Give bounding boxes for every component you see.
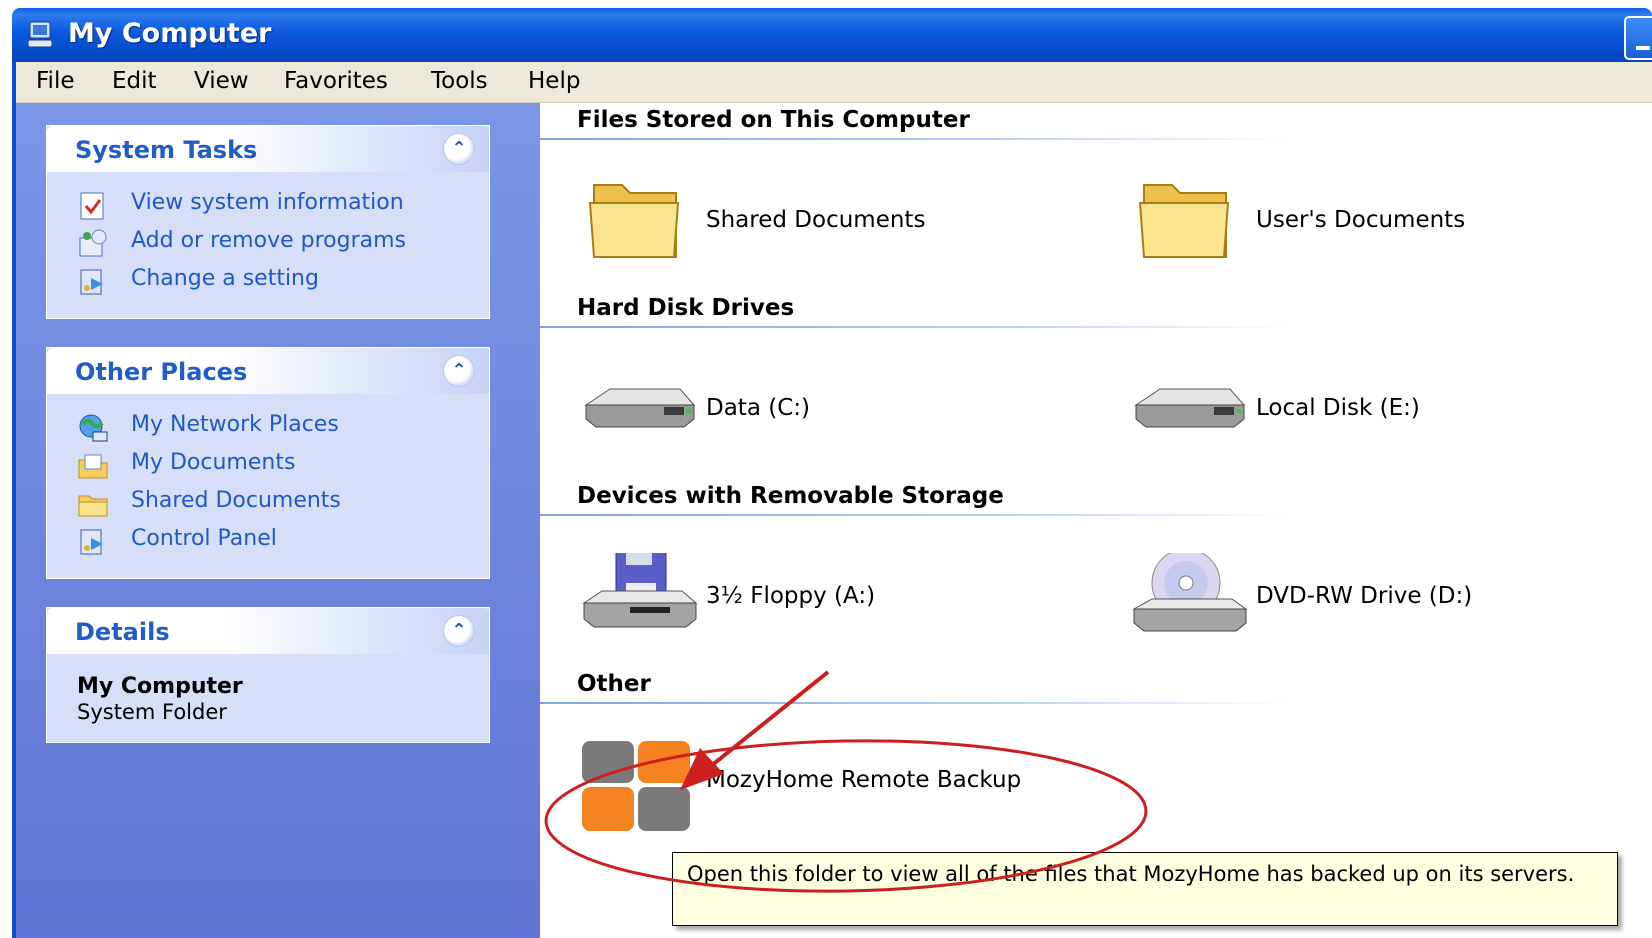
item-label: DVD-RW Drive (D:) — [1256, 583, 1473, 609]
task-label: View system information — [131, 190, 404, 215]
task-label: Control Panel — [131, 526, 277, 551]
item-shared-documents[interactable]: Shared Documents — [580, 177, 1080, 267]
collapse-button[interactable]: ⌃ — [443, 355, 475, 387]
section-title-hard-disks: Hard Disk Drives — [577, 295, 795, 321]
other-places-header[interactable]: Other Places ⌃ — [47, 348, 489, 394]
add-remove-programs-icon — [79, 229, 107, 257]
system-tasks-header[interactable]: System Tasks ⌃ — [47, 126, 489, 172]
folder-icon — [78, 495, 108, 517]
item-floppy-a[interactable]: 3½ Floppy (A:) — [580, 553, 1080, 643]
section-divider — [540, 138, 1290, 140]
menu-edit[interactable]: Edit — [112, 68, 157, 94]
details-header[interactable]: Details ⌃ — [47, 608, 489, 654]
system-info-icon — [80, 192, 104, 220]
section-title-other: Other — [577, 671, 651, 697]
menu-help[interactable]: Help — [528, 68, 580, 94]
tooltip: Open this folder to view all of the file… — [672, 852, 1618, 926]
menu-tools[interactable]: Tools — [431, 68, 488, 94]
task-label: Shared Documents — [131, 488, 341, 513]
tooltip-text: Open this folder to view all of the file… — [687, 862, 1575, 886]
task-label: My Documents — [131, 450, 296, 475]
menu-bar: File Edit View Favorites Tools Help — [12, 62, 1652, 103]
item-label: User's Documents — [1256, 207, 1466, 233]
network-places-icon — [79, 414, 108, 442]
details-name: My Computer — [77, 674, 243, 699]
menu-favorites[interactable]: Favorites — [284, 68, 388, 94]
minimize-button[interactable] — [1624, 16, 1652, 60]
hard-disk-icon — [584, 388, 696, 428]
section-divider — [540, 514, 1290, 516]
panel-title: System Tasks — [75, 136, 258, 164]
hard-disk-icon — [1134, 388, 1246, 428]
task-pane: System Tasks ⌃ View system information A… — [16, 103, 540, 938]
task-label: My Network Places — [131, 412, 339, 437]
collapse-button[interactable]: ⌃ — [443, 133, 475, 165]
window-title: My Computer — [68, 18, 272, 49]
section-divider — [540, 326, 1290, 328]
my-computer-window: My Computer File Edit View Favorites Too… — [0, 0, 1652, 938]
panel-title: Details — [75, 618, 170, 646]
item-local-disk-e[interactable]: Local Disk (E:) — [1130, 365, 1630, 455]
details-type: System Folder — [77, 700, 227, 724]
item-mozyhome-remote-backup[interactable]: MozyHome Remote Backup — [580, 741, 1080, 831]
item-label: Local Disk (E:) — [1256, 395, 1420, 421]
item-dvd-rw-d[interactable]: DVD-RW Drive (D:) — [1130, 553, 1630, 643]
system-tasks-panel: System Tasks ⌃ View system information A… — [46, 125, 490, 319]
section-title-files-stored: Files Stored on This Computer — [577, 107, 970, 133]
desktop-edge — [0, 0, 12, 938]
task-label: Change a setting — [131, 266, 319, 291]
menu-file[interactable]: File — [36, 68, 75, 94]
other-places-panel: Other Places ⌃ My Network Places My Docu… — [46, 347, 490, 579]
section-title-removable: Devices with Removable Storage — [577, 483, 1004, 509]
floppy-drive-icon — [582, 553, 698, 628]
item-label: MozyHome Remote Backup — [706, 767, 1022, 793]
content-pane: Files Stored on This Computer Shared Doc… — [540, 103, 1652, 938]
folder-icon — [1138, 184, 1230, 258]
chevron-up-icon: ⌃ — [451, 620, 467, 641]
item-label: 3½ Floppy (A:) — [706, 583, 876, 609]
computer-icon — [27, 21, 53, 48]
item-users-documents[interactable]: User's Documents — [1130, 177, 1630, 267]
collapse-button[interactable]: ⌃ — [443, 615, 475, 647]
control-panel-icon — [80, 269, 103, 295]
item-data-c[interactable]: Data (C:) — [580, 365, 1080, 455]
menu-view[interactable]: View — [194, 68, 249, 94]
chevron-up-icon: ⌃ — [451, 360, 467, 381]
panel-title: Other Places — [75, 358, 248, 386]
chevron-up-icon: ⌃ — [451, 138, 467, 159]
details-panel: Details ⌃ My Computer System Folder — [46, 607, 490, 743]
my-documents-icon — [78, 454, 108, 479]
section-divider — [540, 702, 1290, 704]
mozyhome-icon — [582, 741, 690, 831]
minimize-icon — [1636, 46, 1650, 50]
folder-icon — [588, 184, 680, 258]
control-panel-icon — [80, 529, 103, 555]
item-label: Shared Documents — [706, 207, 926, 233]
dvd-drive-icon — [1132, 553, 1248, 632]
task-label: Add or remove programs — [131, 228, 406, 253]
item-label: Data (C:) — [706, 395, 810, 421]
title-bar[interactable]: My Computer — [12, 8, 1652, 62]
